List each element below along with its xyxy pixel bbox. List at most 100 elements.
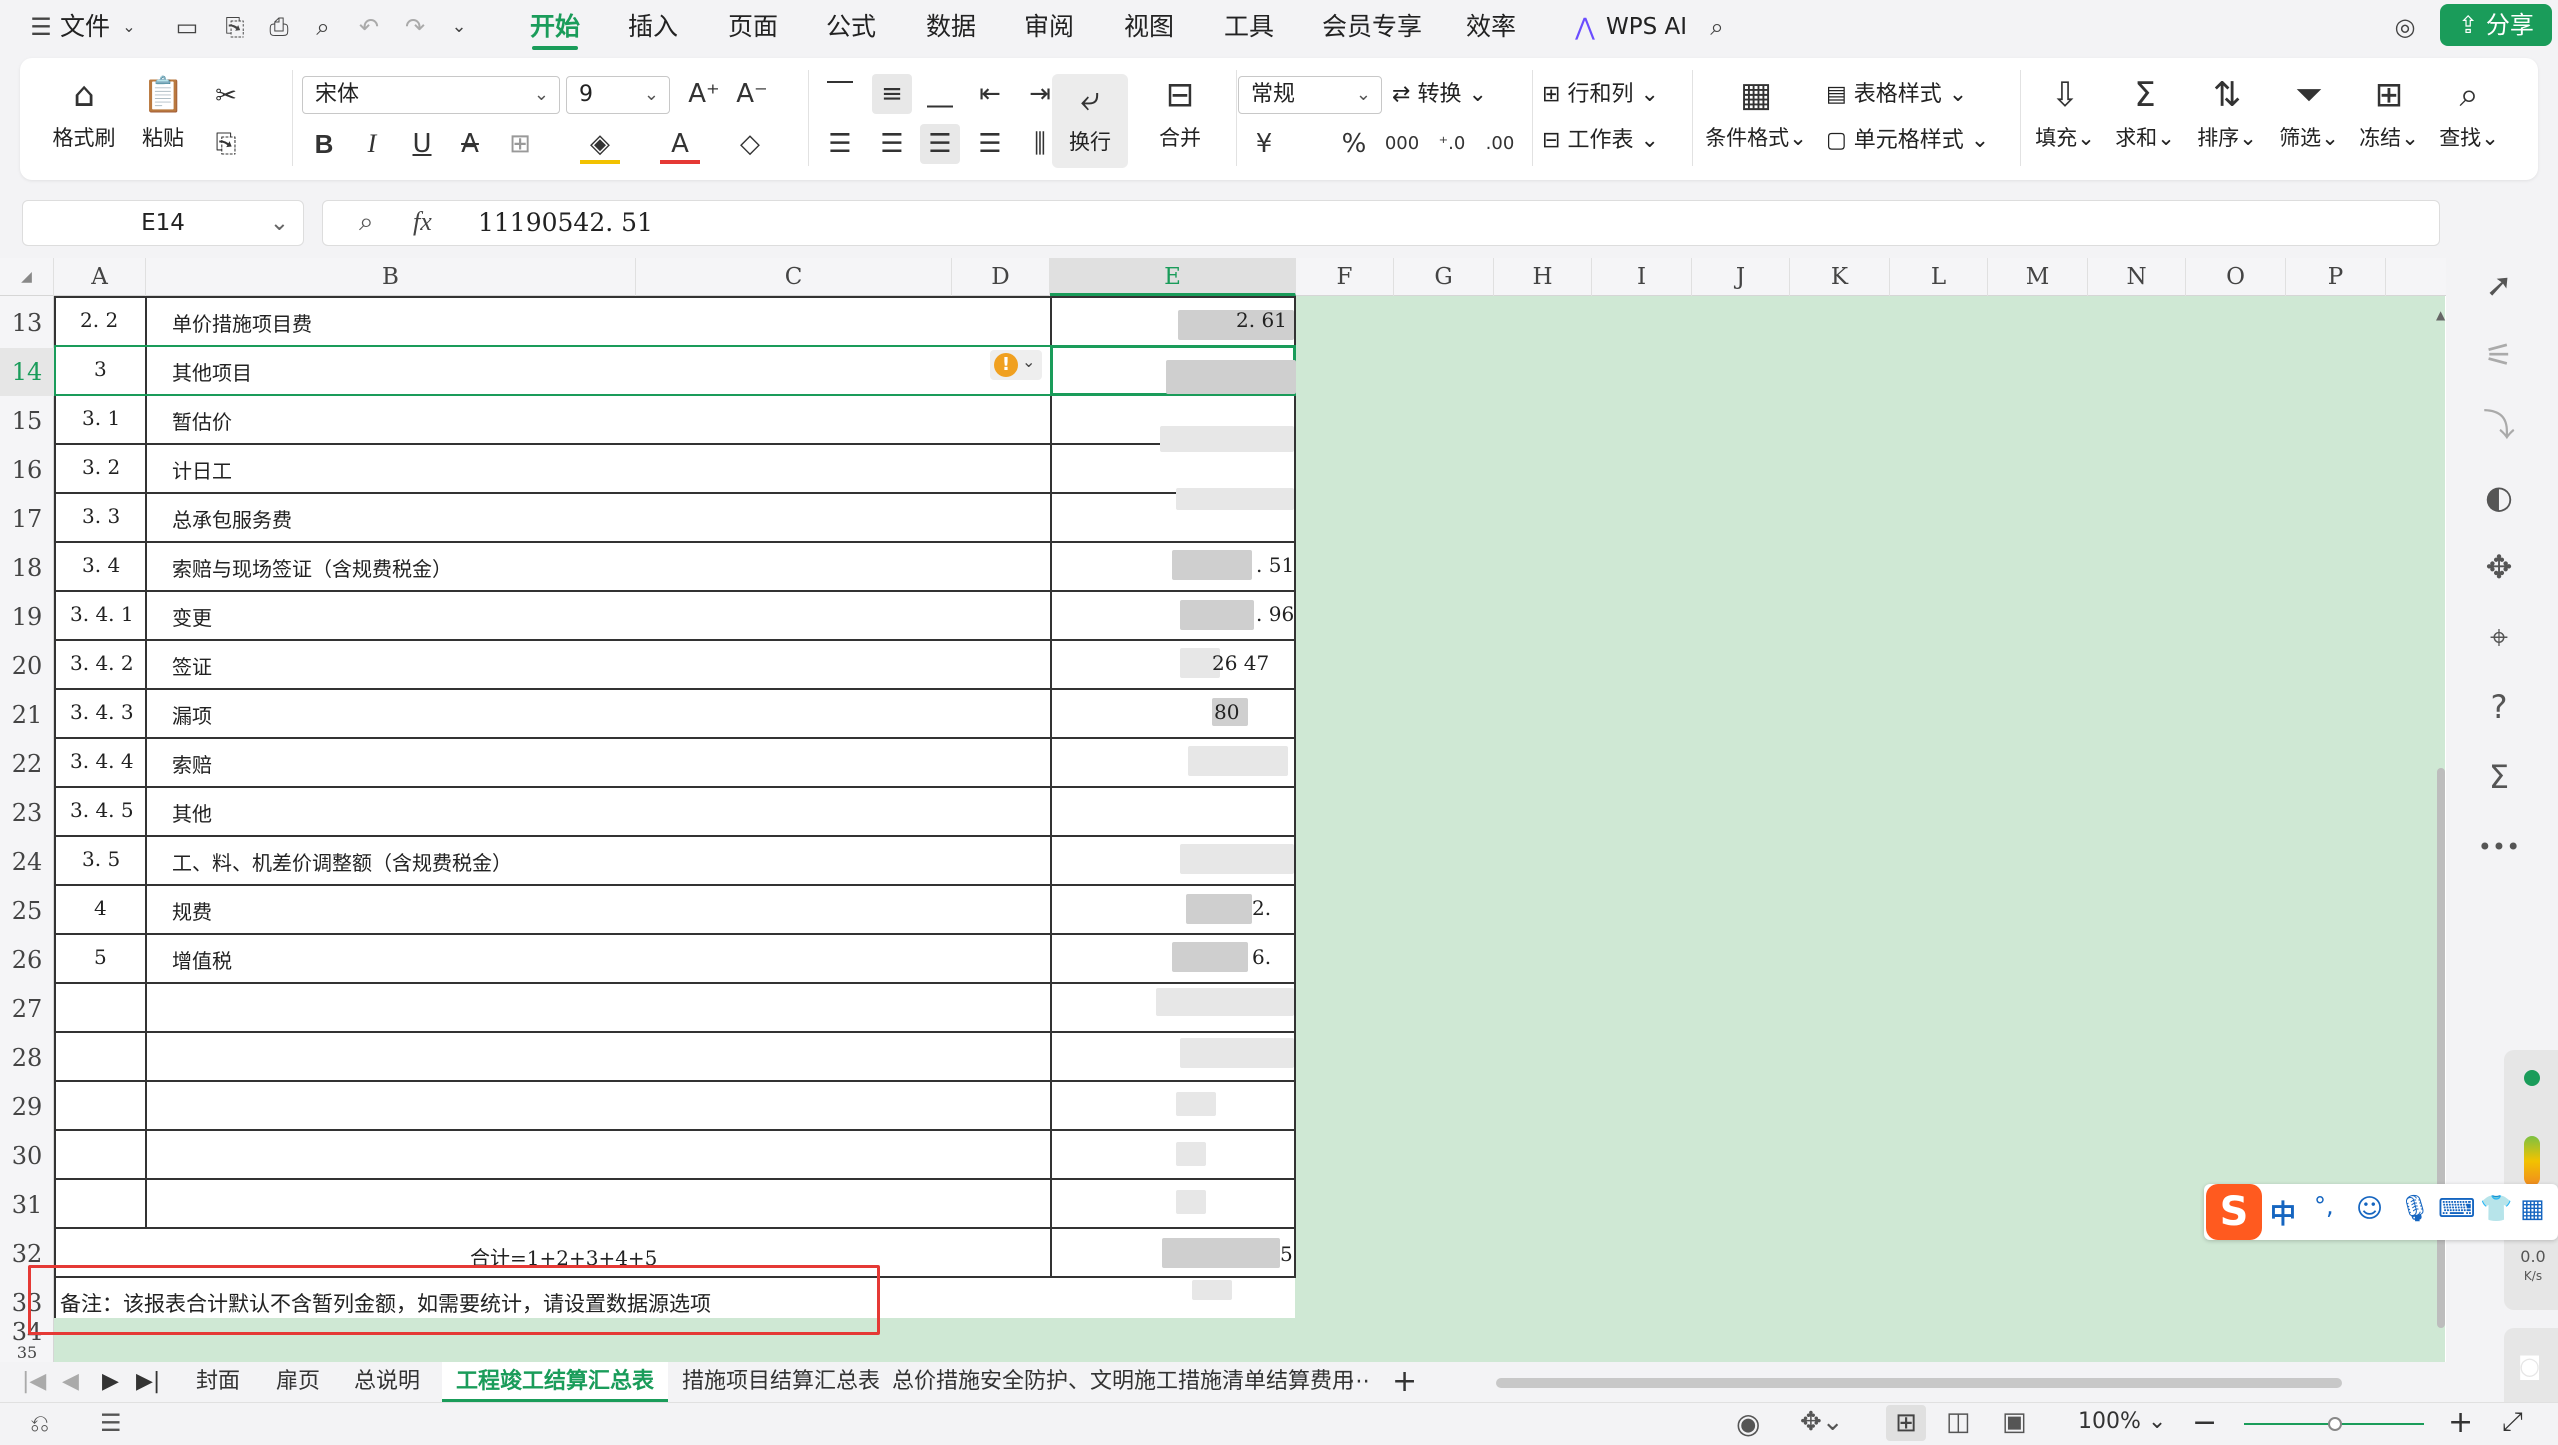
cell-b21[interactable]: 漏项 (172, 700, 212, 729)
tools-icon[interactable]: ✥ (2474, 542, 2524, 592)
align-center-icon[interactable]: ☰ (872, 124, 912, 164)
column-header[interactable]: J (1692, 258, 1790, 296)
cell-a25[interactable]: 4 (94, 896, 107, 920)
tab-page[interactable]: 页面 (728, 10, 778, 44)
column-header[interactable]: F (1296, 258, 1394, 296)
filter-button[interactable]: ⏷ 筛选⌄ (2274, 74, 2344, 152)
save-icon[interactable]: ▭ (170, 10, 204, 44)
sheet-tab[interactable]: 封面 (196, 1362, 240, 1402)
zoom-slider[interactable] (2244, 1417, 2424, 1431)
column-header[interactable]: M (1988, 258, 2088, 296)
strikethrough-icon[interactable]: A (450, 124, 490, 164)
cell-a14[interactable]: 3 (94, 357, 107, 381)
cell-b26[interactable]: 增值税 (172, 945, 232, 974)
first-sheet-icon[interactable]: |◀ (22, 1362, 46, 1402)
font-color-icon[interactable]: A (660, 124, 700, 164)
cell-b18[interactable]: 索赔与现场签证（含规费税金） (172, 553, 452, 582)
zoom-slider-handle[interactable] (2328, 1417, 2342, 1431)
export-icon[interactable]: ⎘ (218, 10, 252, 44)
cell-b17[interactable]: 总承包服务费 (172, 504, 292, 533)
print-preview-icon[interactable]: ⌕ (306, 10, 340, 44)
align-right-icon[interactable]: ☰ (920, 124, 960, 164)
add-sheet-icon[interactable]: + (1392, 1362, 1417, 1402)
sogou-logo-icon[interactable]: S (2206, 1184, 2262, 1240)
format-painter-button[interactable]: ⌂ 格式刷 (48, 74, 120, 152)
share-button[interactable]: ⇪ 分享 (2440, 4, 2552, 46)
tab-home[interactable]: 开始 (530, 10, 580, 50)
cell-e20[interactable]: 26 47 (1212, 651, 1269, 675)
function-icon[interactable]: fx (413, 207, 432, 237)
row-header[interactable]: 15 (0, 397, 54, 445)
row-header[interactable]: 28 (0, 1034, 54, 1082)
row-header[interactable]: 24 (0, 838, 54, 886)
currency-icon[interactable]: ¥ (1244, 124, 1284, 164)
spreadsheet-grid[interactable]: ◢ A B C D E F G H I J K L M N O P 13 14 … (0, 258, 2446, 1362)
ime-lang-toggle[interactable]: 中 (2270, 1194, 2296, 1231)
decrease-font-icon[interactable]: A⁻ (732, 74, 772, 114)
zoom-level[interactable]: 100% ⌄ (2078, 1409, 2166, 1434)
cell-b23[interactable]: 其他 (172, 798, 212, 827)
column-header[interactable]: B (146, 258, 636, 296)
fullscreen-icon[interactable]: ⤢ (2502, 1407, 2523, 1438)
row-header[interactable]: 16 (0, 446, 54, 494)
sheet-tab[interactable]: 措施项目结算汇总表 (682, 1362, 880, 1402)
scrollbar-thumb[interactable] (2437, 768, 2445, 1328)
sheet-tab[interactable]: 扉页 (276, 1362, 320, 1402)
cell-e32[interactable]: 5 (1280, 1242, 1293, 1266)
cell-e18[interactable]: . 51 (1256, 553, 1294, 577)
page-break-icon[interactable]: ▣ (2002, 1407, 2027, 1437)
clear-format-icon[interactable]: ◇ (730, 124, 770, 164)
find-button[interactable]: ⌕ 查找⌄ (2434, 74, 2504, 152)
increase-font-icon[interactable]: A⁺ (684, 74, 724, 114)
sort-button[interactable]: ⇅ 排序⌄ (2192, 74, 2262, 152)
column-header[interactable]: D (952, 258, 1050, 296)
undo-icon[interactable]: ↶ (352, 10, 386, 44)
align-top-icon[interactable]: ⎺ (820, 74, 860, 114)
cloud-sync-icon[interactable]: ◎ (2388, 10, 2422, 44)
adjust-icon[interactable]: ⚟ (2474, 330, 2524, 380)
cell-a22[interactable]: 3. 4. 4 (70, 749, 134, 773)
map-icon[interactable]: ⌖ (2474, 612, 2524, 662)
row-header[interactable]: 20 (0, 642, 54, 690)
cell-e26[interactable]: 6. (1252, 945, 1271, 969)
error-warning-button[interactable]: ! ⌄ (990, 350, 1042, 380)
scrollbar-thumb[interactable] (1496, 1378, 2342, 1388)
row-header[interactable]: 21 (0, 691, 54, 739)
cell-style-button[interactable]: ▢ 单元格样式 ⌄ (1826, 124, 1989, 158)
zoom-out-icon[interactable]: − (2192, 1405, 2217, 1440)
formula-value[interactable]: 11190542. 51 (478, 206, 653, 240)
select-all-corner[interactable]: ◢ (0, 258, 54, 296)
cell-a23[interactable]: 3. 4. 5 (70, 798, 134, 822)
column-header[interactable]: P (2286, 258, 2386, 296)
column-header[interactable]: A (54, 258, 146, 296)
row-header[interactable]: 31 (0, 1181, 54, 1229)
zoom-formula-icon[interactable]: ⌕ (359, 207, 374, 238)
cell-a19[interactable]: 3. 4. 1 (70, 602, 134, 626)
decrease-indent-icon[interactable]: ⇤ (970, 74, 1010, 114)
cell-b14[interactable]: 其他项目 (172, 357, 252, 386)
skin-icon[interactable]: 👕 (2480, 1194, 2512, 1224)
row-header[interactable]: 27 (0, 985, 54, 1033)
apps-grid-icon[interactable]: ▦ (2520, 1194, 2545, 1224)
row-header[interactable]: 25 (0, 887, 54, 935)
table-style-button[interactable]: ▤ 表格样式 ⌄ (1826, 78, 1967, 112)
cell-b19[interactable]: 变更 (172, 602, 212, 631)
tab-efficiency[interactable]: 效率 (1466, 10, 1516, 44)
row-header[interactable]: 18 (0, 544, 54, 592)
row-header[interactable]: 22 (0, 740, 54, 788)
emoji-icon[interactable]: ☺ (2356, 1194, 2383, 1224)
cell-a17[interactable]: 3. 3 (82, 504, 120, 528)
transform-icon[interactable]: ⤵ (2474, 400, 2524, 450)
row-header[interactable]: 14 (0, 348, 54, 396)
convert-button[interactable]: ⇄ 转换 ⌄ (1392, 78, 1487, 112)
ime-punct-toggle[interactable]: °, (2314, 1192, 2334, 1220)
microphone-icon[interactable]: 🎙 (2398, 1194, 2431, 1224)
column-header[interactable]: C (636, 258, 952, 296)
prev-sheet-icon[interactable]: ◀ (62, 1362, 79, 1402)
cell-a18[interactable]: 3. 4 (82, 553, 120, 577)
align-middle-icon[interactable]: ≡ (872, 74, 912, 114)
eye-protection-icon[interactable]: ◉ (1736, 1407, 1760, 1440)
cell-e13[interactable]: 2. 61 (1236, 308, 1287, 332)
justify-icon[interactable]: ☰ (970, 124, 1010, 164)
cell-e21[interactable]: 80 (1214, 700, 1239, 724)
